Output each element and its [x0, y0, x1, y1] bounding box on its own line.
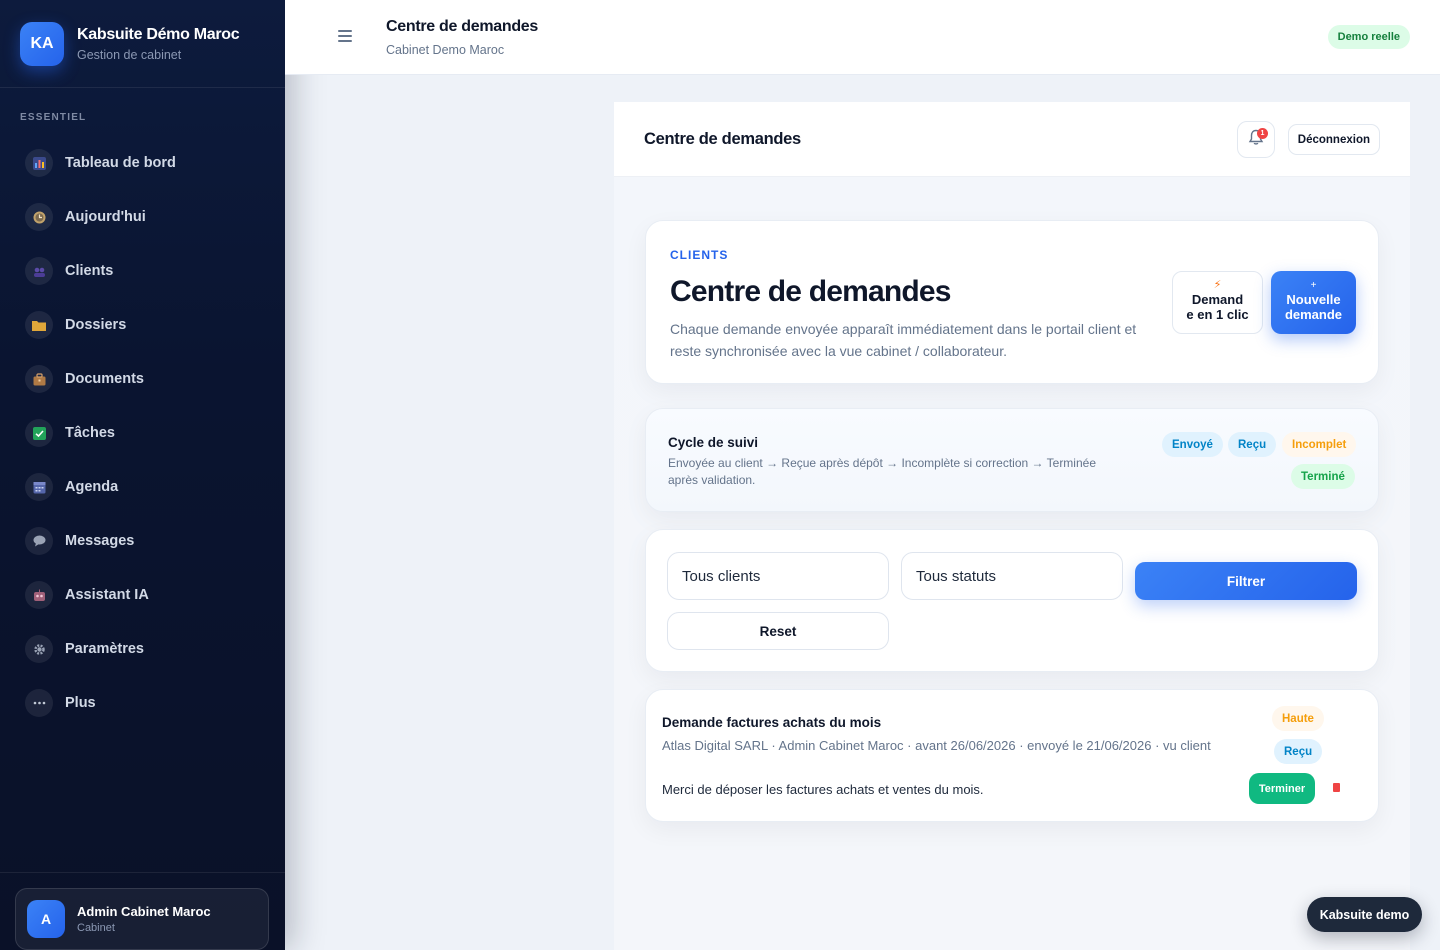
robot-icon [25, 581, 53, 609]
more-icon [25, 689, 53, 717]
sidebar-item-label: Plus [65, 695, 96, 711]
bar-chart-icon [25, 149, 53, 177]
sidebar-item-label: Aujourd'hui [65, 209, 146, 225]
notification-count-badge: 1 [1257, 128, 1268, 139]
hero-title: Centre de demandes [670, 275, 952, 308]
user-card[interactable]: A Admin Cabinet Maroc Cabinet [15, 888, 269, 950]
main-content: Centre de demandes 1 Déconnexion CLIENTS… [614, 102, 1410, 950]
sidebar-item-more[interactable]: Plus [0, 676, 285, 730]
terminate-button[interactable]: Terminer [1249, 773, 1315, 804]
status-badge-sent: Envoyé [1162, 432, 1223, 457]
sidebar-item-dossiers[interactable]: Dossiers [0, 298, 285, 352]
user-name: Admin Cabinet Maroc [77, 904, 211, 919]
request-card: Demande factures achats du mois Atlas Di… [645, 689, 1379, 822]
clock-icon [25, 203, 53, 231]
check-icon [25, 419, 53, 447]
sidebar-item-label: Dossiers [65, 317, 127, 333]
folder-icon [25, 311, 53, 339]
new-request-label-line1: Nouvelle [1286, 292, 1341, 307]
topbar: Centre de demandes Cabinet Demo Maroc De… [285, 0, 1440, 75]
sidebar-footer: A Admin Cabinet Maroc Cabinet [0, 872, 285, 950]
brand-name: Kabsuite Démo Maroc [77, 25, 240, 43]
quick-request-button[interactable]: ⚡ Demand e en 1 clic [1172, 271, 1263, 334]
status-badge: Reçu [1274, 739, 1323, 764]
sidebar-item-assistant[interactable]: Assistant IA [0, 568, 285, 622]
sidebar-item-label: Documents [65, 371, 144, 387]
cycle-description: Envoyée au client → Reçue après dépôt → … [668, 456, 1096, 487]
sidebar-item-messages[interactable]: Messages [0, 514, 285, 568]
request-meta: Atlas Digital SARL · Admin Cabinet Maroc… [662, 738, 1211, 753]
priority-badge: Haute [1272, 706, 1324, 731]
sidebar-item-today[interactable]: Aujourd'hui [0, 190, 285, 244]
content-title: Centre de demandes [644, 129, 801, 148]
sidebar-item-label: Tâches [65, 425, 115, 441]
sidebar-item-label: Paramètres [65, 641, 144, 657]
nav-section-label: ESSENTIEL [20, 112, 87, 123]
menu-toggle-icon[interactable] [338, 30, 352, 42]
filter-button[interactable]: Filtrer [1135, 562, 1357, 600]
lightning-icon: ⚡ [1213, 279, 1222, 291]
new-request-label-line2: demande [1284, 307, 1343, 322]
sidebar-item-label: Messages [65, 533, 135, 549]
sidebar-item-settings[interactable]: Paramètres [0, 622, 285, 676]
hero-kicker: CLIENTS [670, 248, 729, 262]
status-select[interactable]: Tous statuts [901, 552, 1123, 600]
kabsuite-demo-button[interactable]: Kabsuite demo [1307, 897, 1422, 932]
quick-request-label-line2: e en 1 clic [1186, 307, 1249, 322]
users-icon [25, 257, 53, 285]
sidebar-item-agenda[interactable]: Agenda [0, 460, 285, 514]
brand-logo: KA [20, 21, 64, 66]
status-badge-received: Reçu [1228, 432, 1277, 457]
sidebar-item-label: Clients [65, 263, 114, 279]
sidebar-item-label: Agenda [65, 479, 119, 495]
user-role: Cabinet [77, 922, 115, 934]
sidebar-item-dashboard[interactable]: Tableau de bord [0, 136, 285, 190]
request-title: Demande factures achats du mois [662, 715, 882, 730]
quick-request-label-line1: Demand [1191, 292, 1244, 307]
status-badge-done: Terminé [1291, 464, 1355, 489]
avatar: A [27, 900, 65, 938]
cycle-card: Cycle de suivi Envoyée au client → Reçue… [645, 408, 1379, 512]
status-badge-incomplete: Incomplet [1282, 432, 1357, 457]
reset-button[interactable]: Reset [667, 612, 889, 650]
chat-icon [25, 527, 53, 555]
trash-icon[interactable] [1333, 783, 1340, 792]
filters-card: Tous clients Tous statuts Filtrer Reset [645, 529, 1379, 672]
logout-button[interactable]: Déconnexion [1287, 124, 1380, 155]
sidebar: KA Kabsuite Démo Maroc Gestion de cabine… [0, 0, 285, 950]
sidebar-item-clients[interactable]: Clients [0, 244, 285, 298]
sidebar-item-documents[interactable]: Documents [0, 352, 285, 406]
calendar-icon [25, 473, 53, 501]
gear-icon [25, 635, 53, 663]
sidebar-item-label: Assistant IA [65, 587, 149, 603]
brand-subtitle: Gestion de cabinet [77, 47, 182, 62]
client-select[interactable]: Tous clients [667, 552, 889, 600]
demo-badge: Demo reelle [1327, 25, 1410, 49]
brand[interactable]: KA Kabsuite Démo Maroc Gestion de cabine… [0, 0, 285, 88]
request-message: Merci de déposer les factures achats et … [662, 782, 984, 797]
hero-card: CLIENTS Centre de demandes Chaque demand… [645, 220, 1379, 384]
notifications-button[interactable]: 1 [1237, 121, 1275, 158]
page-title: Centre de demandes [386, 18, 538, 35]
sidebar-item-tasks[interactable]: Tâches [0, 406, 285, 460]
briefcase-icon [25, 365, 53, 393]
plus-icon: + [1310, 280, 1317, 291]
sidebar-item-label: Tableau de bord [65, 155, 176, 171]
hero-description: Chaque demande envoyée apparaît immédiat… [670, 321, 1137, 359]
cycle-title: Cycle de suivi [668, 435, 759, 450]
content-header: Centre de demandes 1 Déconnexion [614, 102, 1410, 177]
sidebar-nav: Tableau de bord Aujourd'hui Clients Doss… [0, 136, 285, 730]
page-subtitle: Cabinet Demo Maroc [386, 43, 505, 57]
new-request-button[interactable]: + Nouvelle demande [1271, 271, 1356, 334]
